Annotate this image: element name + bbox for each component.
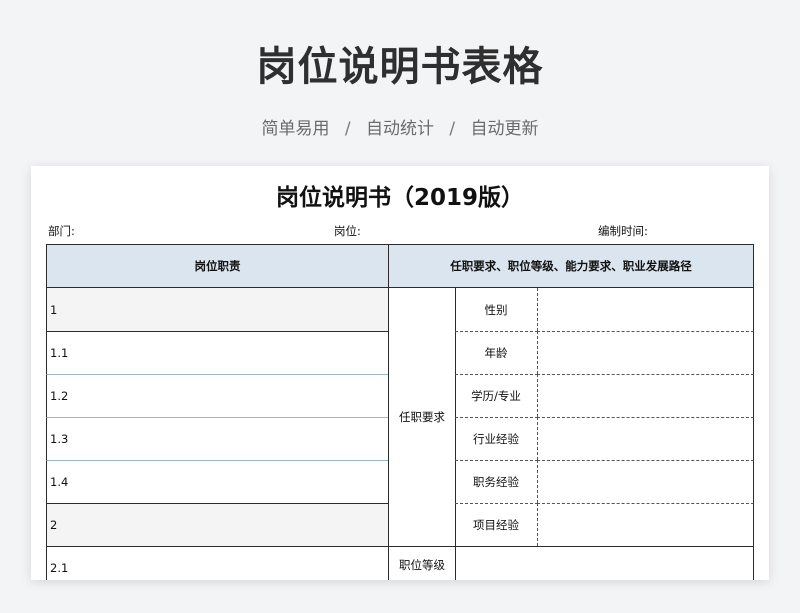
document-sheet: 岗位说明书（2019版） 部门: 岗位: 编制时间: 岗位职责 任职要求、职位等… (31, 166, 769, 580)
duty-row-1-2[interactable]: 1.2 (46, 374, 389, 417)
req-value-job-exp[interactable] (537, 460, 754, 503)
subtitle-item-auto-stats: 自动统计 (366, 119, 434, 139)
subtitle: 简单易用 / 自动统计 / 自动更新 (0, 114, 800, 139)
req-label-project-exp: 项目经验 (455, 503, 538, 546)
dept-label: 部门: (48, 224, 75, 238)
req-value-age[interactable] (537, 331, 754, 374)
subtitle-item-easy: 简单易用 (261, 119, 330, 139)
subtitle-separator: / (344, 119, 351, 139)
req-label-job-exp: 职务经验 (455, 460, 538, 503)
prepared-time-label: 编制时间: (598, 224, 648, 238)
req-group-label: 任职要求 (388, 288, 456, 546)
duty-row-2[interactable]: 2 (46, 503, 389, 546)
duty-row-2-1[interactable]: 2.1 (46, 546, 389, 580)
level-group-label: 职位等级 (388, 546, 456, 580)
page-title: 岗位说明书表格 (256, 44, 544, 90)
req-value-industry-exp[interactable] (537, 417, 754, 460)
duty-row-1[interactable]: 1 (46, 288, 389, 331)
header-requirements: 任职要求、职位等级、能力要求、职业发展路径 (388, 244, 754, 288)
position-label: 岗位: (334, 224, 361, 238)
duty-row-1-4[interactable]: 1.4 (46, 460, 389, 503)
document-title: 岗位说明书（2019版） (275, 185, 524, 211)
req-label-age: 年龄 (455, 331, 538, 374)
req-value-project-exp[interactable] (537, 503, 754, 546)
req-value-education[interactable] (537, 374, 754, 417)
level-group-value[interactable] (455, 546, 754, 580)
subtitle-item-auto-update: 自动更新 (470, 119, 539, 139)
req-label-gender: 性别 (455, 288, 538, 331)
req-label-industry-exp: 行业经验 (455, 417, 538, 460)
job-description-table: 岗位职责 任职要求、职位等级、能力要求、职业发展路径 1 1.1 1.2 1.3… (46, 244, 754, 580)
subtitle-separator: / (449, 119, 456, 139)
header-duties: 岗位职责 (46, 244, 389, 288)
req-value-gender[interactable] (537, 288, 754, 331)
duty-row-1-1[interactable]: 1.1 (46, 331, 389, 374)
duty-row-1-3[interactable]: 1.3 (46, 417, 389, 460)
page: 岗位说明书表格 简单易用 / 自动统计 / 自动更新 岗位说明书（2019版） … (0, 0, 800, 613)
req-label-education: 学历/专业 (455, 374, 538, 417)
